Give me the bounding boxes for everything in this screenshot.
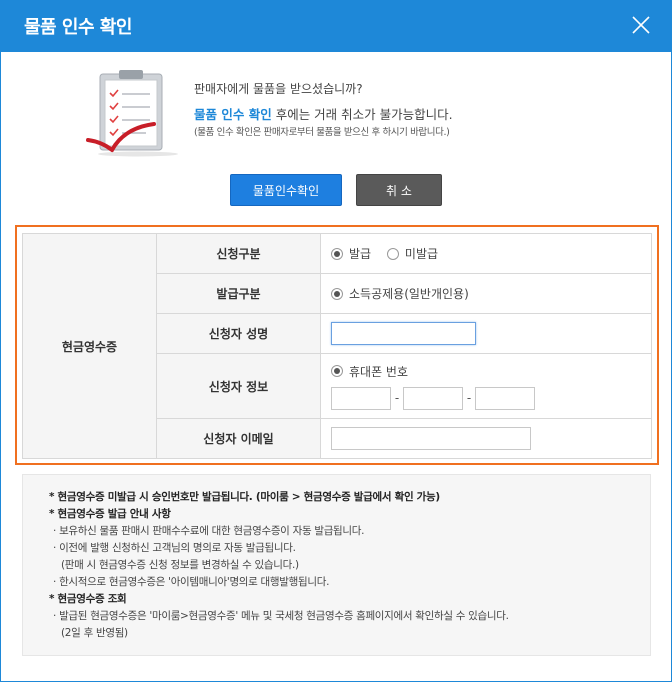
notice-line: * 현금영수증 조회	[49, 593, 127, 605]
phone-part2-input[interactable]	[403, 386, 463, 410]
phone-dash: -	[394, 391, 400, 405]
radio-issue[interactable]	[331, 247, 343, 260]
message-note: (물품 인수 확인은 판매자로부터 물품을 받으신 후 하시기 바랍니다.)	[194, 127, 450, 138]
dialog-header: 물품 인수 확인	[0, 0, 672, 52]
radio-issue-label[interactable]: 발급	[349, 245, 371, 262]
applicant-name-cell	[320, 313, 652, 354]
applicant-info-cell: 휴대폰 번호 - -	[320, 353, 652, 419]
notice-line: (판매 시 현금영수증 신청 정보를 변경하실 수 있습니다.)	[61, 559, 299, 571]
message-warning: 물품 인수 확인 후에는 거래 취소가 불가능합니다.	[194, 104, 453, 123]
clipboard-checklist-icon	[86, 70, 178, 157]
applicant-name-label: 신청자 성명	[156, 313, 321, 354]
issue-type-label: 발급구분	[156, 273, 321, 314]
phone-part1-input[interactable]	[331, 386, 391, 410]
radio-phone-number[interactable]	[331, 365, 343, 377]
notice-line: * 현금영수증 발급 안내 사항	[49, 508, 171, 520]
applicant-email-cell	[320, 418, 652, 459]
radio-income-deduction[interactable]	[331, 287, 343, 300]
notice-line: · 보유하신 물품 판매시 판매수수료에 대한 현금영수증이 자동 발급됩니다.	[53, 525, 365, 537]
cancel-button[interactable]: 취 소	[356, 174, 442, 206]
notice-box: * 현금영수증 미발급 시 승인번호만 발급됩니다. (마이룸 > 현금영수증 …	[22, 474, 651, 656]
close-icon[interactable]	[630, 14, 652, 36]
message-warning-rest: 후에는 거래 취소가 불가능합니다.	[271, 107, 453, 122]
phone-part3-input[interactable]	[475, 386, 535, 410]
cash-receipt-group-label: 현금영수증	[22, 233, 157, 459]
apply-type-label: 신청구분	[156, 233, 321, 274]
message-highlight: 물품 인수 확인	[194, 107, 272, 122]
apply-type-options: 발급 미발급	[320, 233, 652, 274]
issue-type-options: 소득공제용(일반개인용)	[320, 273, 652, 314]
notice-line: · 한시적으로 현금영수증은 '아이템매니아'명의로 대행발행됩니다.	[53, 576, 330, 588]
cash-receipt-table: 현금영수증 신청구분 발급 미발급 발급구분 소득공제용(일반개인용) 신청자 …	[22, 233, 652, 459]
notice-line: · 발급된 현금영수증은 '마이룸>현금영수증' 메뉴 및 국세청 현금영수증 …	[53, 610, 509, 622]
notice-line: * 현금영수증 미발급 시 승인번호만 발급됩니다. (마이룸 > 현금영수증 …	[49, 491, 440, 503]
notice-line: · 이전에 발행 신청하신 고객님의 명의로 자동 발급됩니다.	[53, 542, 296, 554]
radio-income-deduction-label[interactable]: 소득공제용(일반개인용)	[349, 285, 469, 302]
applicant-email-label: 신청자 이메일	[156, 418, 321, 459]
applicant-name-input[interactable]	[331, 322, 476, 345]
dialog-title: 물품 인수 확인	[24, 17, 132, 38]
applicant-info-label: 신청자 정보	[156, 353, 321, 419]
radio-phone-number-label[interactable]: 휴대폰 번호	[349, 363, 408, 380]
message-question: 판매자에게 물품을 받으셨습니까?	[194, 82, 363, 96]
confirm-receipt-button[interactable]: 물품인수확인	[230, 174, 342, 206]
phone-dash: -	[466, 391, 472, 405]
radio-no-issue[interactable]	[386, 247, 399, 260]
applicant-email-input[interactable]	[331, 427, 531, 450]
radio-no-issue-label[interactable]: 미발급	[405, 245, 438, 262]
notice-line: (2일 후 반영됨)	[61, 627, 128, 639]
